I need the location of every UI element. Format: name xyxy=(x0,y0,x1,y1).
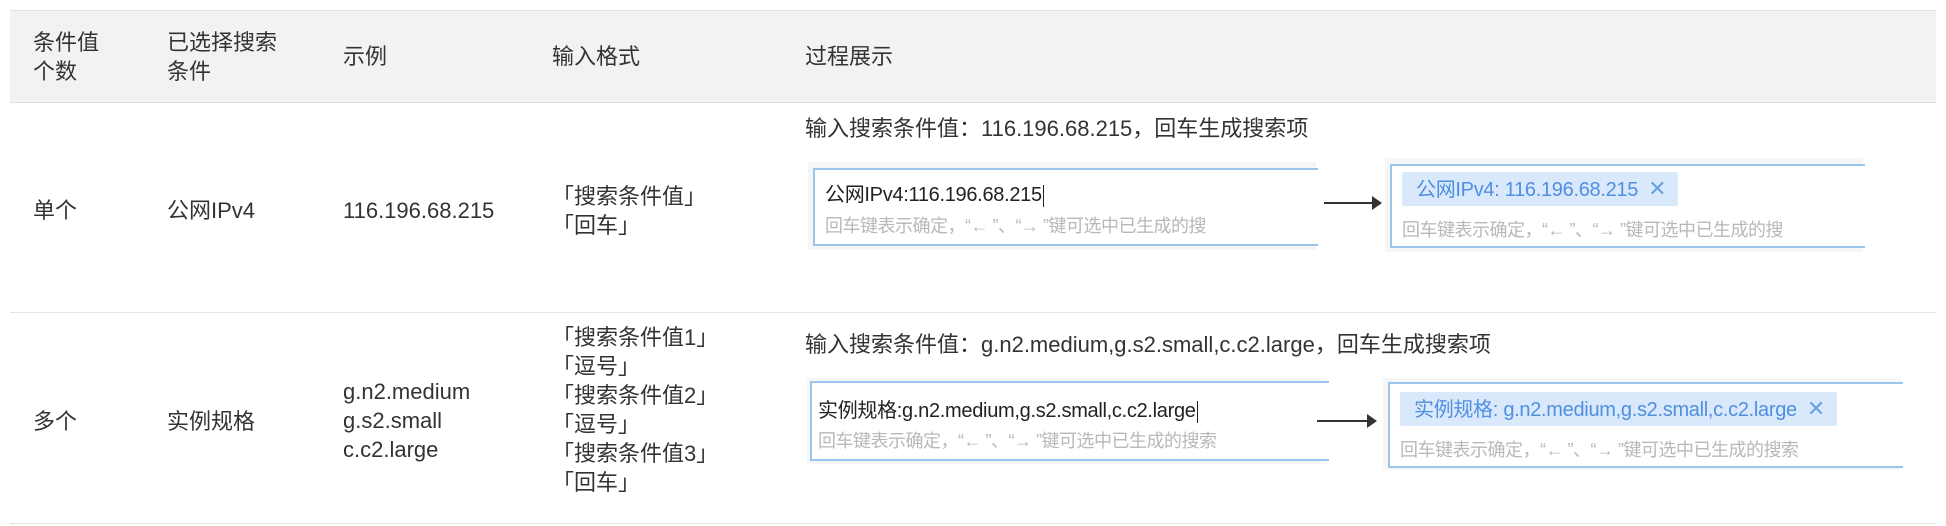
arrow-right-icon xyxy=(1324,196,1382,210)
input-after-screenshot: 公网IPv4: 116.196.68.215 ✕ 回车键表示确定，“← ”、“→ … xyxy=(1385,158,1865,252)
search-hint: 回车键表示确定，“← ”、“→ ”键可选中已生成的搜 xyxy=(1402,220,1783,240)
format-item: 「搜索条件值2」 xyxy=(552,383,719,408)
row-condition: 实例规格 xyxy=(167,409,256,434)
header-count-line1: 条件值 xyxy=(33,30,100,55)
search-hint: 回车键表示确定，“← ”、“→ ”键可选中已生成的搜 xyxy=(825,216,1206,236)
format-item: 「搜索条件值3」 xyxy=(552,441,719,466)
search-input-value: 实例规格:g.n2.medium,g.s2.small,c.c2.large xyxy=(818,394,1198,423)
search-tag[interactable]: 实例规格: g.n2.medium,g.s2.small,c.c2.large ✕ xyxy=(1400,392,1838,426)
example-value: g.n2.medium xyxy=(343,379,471,404)
row-condition: 公网IPv4 xyxy=(167,198,256,223)
header-format: 输入格式 xyxy=(552,44,641,69)
row-example: g.n2.medium g.s2.small c.c2.large xyxy=(343,377,470,464)
table-row: 单个 公网IPv4 116.196.68.215 「搜索条件值」 「回车」 输入… xyxy=(10,102,1936,313)
text-caret xyxy=(1042,184,1044,207)
table-row: 多个 实例规格 g.n2.medium g.s2.small c.c2.larg… xyxy=(10,313,1936,524)
row-count: 单个 xyxy=(33,198,78,223)
arrow-right-icon xyxy=(1317,414,1377,428)
search-input-text: 实例规格:g.n2.medium,g.s2.small,c.c2.large xyxy=(818,400,1196,422)
search-input-value: 公网IPv4:116.196.68.215 xyxy=(825,178,1044,207)
example-value: 116.196.68.215 xyxy=(343,198,495,223)
header-example: 示例 xyxy=(343,44,388,69)
row-example: 116.196.68.215 xyxy=(343,196,494,225)
search-input-with-tag[interactable]: 实例规格: g.n2.medium,g.s2.small,c.c2.large ✕… xyxy=(1388,382,1903,468)
search-tag-label: 公网IPv4: 116.196.68.215 xyxy=(1416,179,1639,201)
row-count: 多个 xyxy=(33,409,78,434)
row-format: 「搜索条件值」 「回车」 xyxy=(552,182,706,240)
search-input[interactable]: 实例规格:g.n2.medium,g.s2.small,c.c2.large 回… xyxy=(810,381,1329,461)
format-item: 「回车」 xyxy=(552,470,641,495)
input-before-screenshot: 公网IPv4:116.196.68.215 回车键表示确定，“← ”、“→ ”键… xyxy=(808,162,1318,250)
format-item: 「搜索条件值1」 xyxy=(552,325,719,350)
process-description: 输入搜索条件值：g.n2.medium,g.s2.small,c.c2.larg… xyxy=(805,332,1491,357)
search-tag-label: 实例规格: g.n2.medium,g.s2.small,c.c2.large xyxy=(1414,399,1797,421)
header-process: 过程展示 xyxy=(805,44,894,69)
format-item: 「搜索条件值」 xyxy=(552,184,707,209)
search-hint: 回车键表示确定，“← ”、“→ ”键可选中已生成的搜索 xyxy=(1400,440,1799,460)
input-after-screenshot: 实例规格: g.n2.medium,g.s2.small,c.c2.large ✕… xyxy=(1383,378,1903,470)
search-input[interactable]: 公网IPv4:116.196.68.215 回车键表示确定，“← ”、“→ ”键… xyxy=(813,168,1318,246)
example-value: c.c2.large xyxy=(343,437,439,462)
input-before-screenshot: 实例规格:g.n2.medium,g.s2.small,c.c2.large 回… xyxy=(807,378,1329,464)
close-icon[interactable]: ✕ xyxy=(1807,396,1825,421)
process-description: 输入搜索条件值：116.196.68.215，回车生成搜索项 xyxy=(805,116,1309,141)
header-selected: 已选择搜索 条件 xyxy=(167,28,277,86)
format-item: 「逗号」 xyxy=(552,354,641,379)
format-item: 「回车」 xyxy=(552,213,641,238)
header-count: 条件值 个数 xyxy=(33,28,99,86)
search-hint: 回车键表示确定，“← ”、“→ ”键可选中已生成的搜索 xyxy=(818,431,1217,451)
search-input-with-tag[interactable]: 公网IPv4: 116.196.68.215 ✕ 回车键表示确定，“← ”、“→ … xyxy=(1390,164,1865,248)
header-selected-line2: 条件 xyxy=(167,59,212,84)
text-caret xyxy=(1196,400,1198,423)
search-tag[interactable]: 公网IPv4: 116.196.68.215 ✕ xyxy=(1402,172,1679,206)
format-item: 「逗号」 xyxy=(552,412,641,437)
table-header: 条件值 个数 已选择搜索 条件 示例 输入格式 过程展示 xyxy=(10,10,1936,103)
header-selected-line1: 已选择搜索 xyxy=(167,30,278,55)
example-value: g.s2.small xyxy=(343,408,443,433)
close-icon[interactable]: ✕ xyxy=(1648,176,1666,201)
search-input-text: 公网IPv4:116.196.68.215 xyxy=(825,184,1042,206)
row-format: 「搜索条件值1」 「逗号」 「搜索条件值2」 「逗号」 「搜索条件值3」 「回车… xyxy=(552,323,718,497)
header-count-line2: 个数 xyxy=(33,59,78,84)
